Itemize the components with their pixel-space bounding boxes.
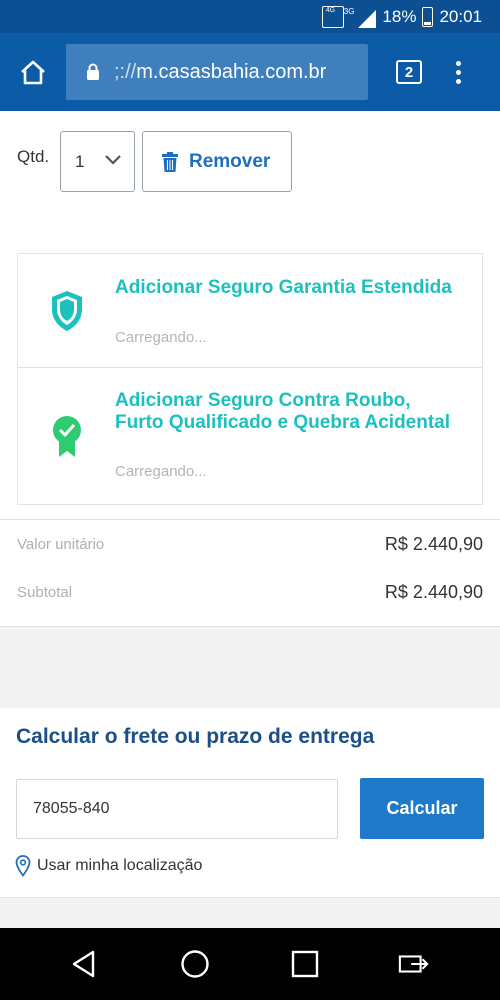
battery-percent: 18% [382,6,417,26]
quantity-value: 1 [75,151,85,171]
freight-title: Calcular o frete ou prazo de entrega [16,725,375,748]
insurance-options: Adicionar Seguro Garantia Estendida Carr… [17,253,483,505]
recents-button[interactable] [289,948,321,980]
calculate-button[interactable]: Calcular [360,778,484,839]
menu-dot-icon [456,78,461,84]
home-nav-button[interactable] [179,948,211,980]
clock: 20:01 [439,6,482,26]
location-pin-icon [15,855,31,877]
subtotal-value: R$ 2.440,90 [384,582,483,602]
system-nav-bar [0,928,500,1000]
overflow-menu-button[interactable] [456,60,461,84]
url-bar[interactable]: ;://m.casasbahia.com.br [66,44,368,100]
insurance-title: Adicionar Seguro Garantia Estendida [115,277,452,298]
trash-icon [162,151,178,172]
quantity-select[interactable]: 1 [60,131,135,192]
cep-input[interactable] [16,779,338,839]
browser-toolbar: ;://m.casasbahia.com.br 2 [0,33,500,111]
divider [0,519,500,520]
menu-dot-icon [456,60,461,66]
remove-label: Remover [189,150,271,172]
menu-dot-icon [456,69,461,75]
switch-app-icon [398,955,429,973]
back-button[interactable] [68,948,100,980]
remove-button[interactable]: Remover [142,131,292,192]
subtotal-row: Subtotal R$ 2.440,90 [17,582,483,603]
insurance-title: Adicionar Seguro Contra Roubo, Furto Qua… [115,390,451,433]
use-location-label: Usar minha localização [37,857,203,874]
recents-icon [291,950,319,978]
signal-icon [358,9,377,28]
unit-price-row: Valor unitário R$ 2.440,90 [17,534,483,555]
home-icon [21,60,45,85]
insurance-warranty-option[interactable]: Adicionar Seguro Garantia Estendida Carr… [18,254,482,368]
insurance-theft-option[interactable]: Adicionar Seguro Contra Roubo, Furto Qua… [18,368,482,506]
switch-app-button[interactable] [398,948,430,980]
chevron-down-icon [105,155,121,165]
network-tag-4g: 4G [325,6,336,14]
url-text: m.casasbahia.com.br [136,60,327,83]
tabs-button[interactable]: 2 [396,60,422,84]
url-prefix: ;:// [114,60,137,83]
data-4g-icon: 4G [321,5,344,28]
home-circle-icon [181,950,209,978]
lock-icon [86,63,100,81]
insurance-status: Carregando... [115,329,207,346]
status-bar: 4G 3G 18% 20:01 [0,0,500,33]
badge-check-icon [53,416,81,457]
back-icon [72,950,95,978]
subtotal-label: Subtotal [17,584,73,601]
network-indicator: 4G 3G [321,5,377,28]
unit-price-label: Valor unitário [17,536,105,553]
cart-item-card: Qtd. 1 Remover Adicionar Seguro Garantia… [0,111,500,627]
insurance-status: Carregando... [115,463,207,480]
use-location-link[interactable]: Usar minha localização [15,855,202,877]
battery-icon [422,6,434,27]
network-tag-3g: 3G [343,6,355,16]
quantity-label: Qtd. [17,147,50,166]
home-button[interactable] [0,33,66,111]
freight-section: Calcular o frete ou prazo de entrega Cal… [0,708,500,898]
shield-icon [52,291,82,331]
unit-price-value: R$ 2.440,90 [384,534,483,554]
